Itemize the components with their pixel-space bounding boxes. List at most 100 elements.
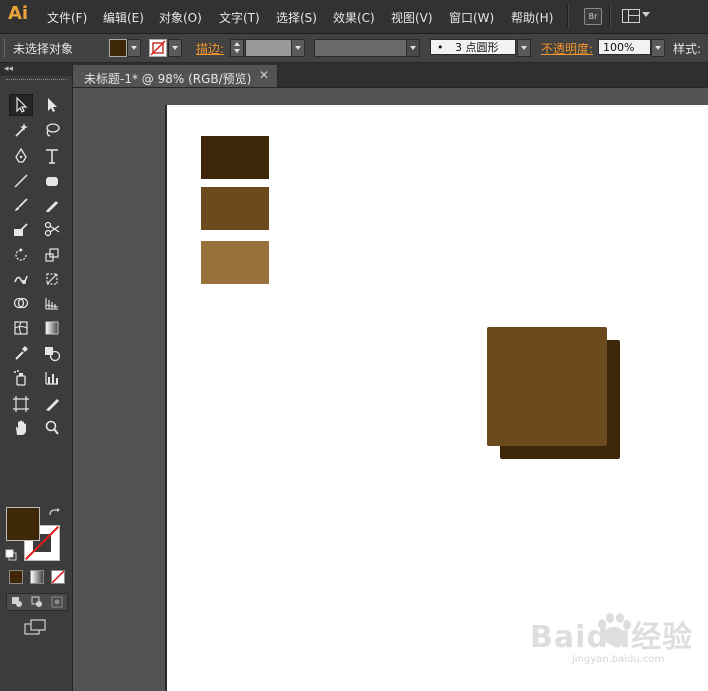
draw-inside-icon[interactable]	[51, 596, 63, 608]
panel-grip[interactable]	[4, 39, 7, 57]
menu-edit[interactable]: 编辑(E)	[103, 9, 144, 26]
menu-separator	[567, 5, 569, 27]
draw-behind-icon[interactable]	[31, 596, 43, 608]
menu-select[interactable]: 选择(S)	[276, 9, 317, 26]
default-fill-stroke-icon[interactable]	[5, 549, 19, 561]
fill-color-swatch[interactable]	[109, 39, 127, 57]
menu-bar: Ai 文件(F) 编辑(E) 对象(O) 文字(T) 选择(S) 效果(C) 视…	[0, 0, 708, 34]
swatch-light-brown[interactable]	[201, 241, 269, 284]
menu-type[interactable]: 文字(T)	[219, 9, 260, 26]
mesh-tool[interactable]	[9, 317, 33, 339]
rotate-tool[interactable]	[9, 244, 33, 266]
stroke-weight-field[interactable]	[245, 39, 293, 57]
scale-icon	[45, 248, 59, 262]
menu-separator	[609, 5, 611, 27]
fill-dropdown[interactable]	[127, 39, 141, 57]
opacity-field[interactable]: 100%	[598, 39, 651, 55]
blend-tool[interactable]	[40, 342, 64, 364]
column-graph-icon	[45, 372, 58, 385]
brush-dot-icon: •	[437, 41, 444, 54]
tools-panel-collapse[interactable]: ◂◂	[0, 63, 72, 76]
document-tab[interactable]: 未标题-1* @ 98% (RGB/预览) ✕	[73, 65, 278, 87]
hand-tool[interactable]	[9, 417, 33, 439]
bridge-button[interactable]: Br	[584, 8, 602, 25]
fill-color-box[interactable]	[6, 507, 40, 541]
workspace-switcher-button[interactable]	[622, 9, 652, 24]
lasso-tool[interactable]	[40, 119, 64, 141]
menu-window[interactable]: 窗口(W)	[449, 9, 494, 26]
menu-help[interactable]: 帮助(H)	[511, 9, 553, 26]
warp-tool[interactable]	[9, 268, 33, 290]
arrow-icon	[16, 96, 28, 113]
slice-tool[interactable]	[40, 393, 64, 415]
artboard[interactable]	[167, 105, 708, 691]
slice-icon	[46, 399, 59, 411]
opacity-label[interactable]: 不透明度:	[541, 40, 593, 57]
direct-selection-tool[interactable]	[40, 94, 64, 116]
scissors-icon	[44, 221, 60, 237]
selection-tool[interactable]	[9, 94, 33, 116]
eyedropper-icon	[15, 346, 28, 360]
eyedropper-tool[interactable]	[9, 342, 33, 364]
rounded-rectangle-tool[interactable]	[40, 170, 64, 192]
shape-builder-tool[interactable]	[9, 292, 33, 314]
swatch-dark-brown[interactable]	[201, 136, 269, 179]
blob-brush-icon	[14, 223, 28, 236]
column-graph-tool[interactable]	[40, 367, 64, 389]
type-tool[interactable]	[40, 145, 64, 167]
blend-icon	[45, 347, 61, 362]
perspective-grid-icon	[45, 298, 59, 310]
panel-grip[interactable]	[6, 79, 66, 82]
free-transform-icon	[46, 273, 58, 285]
variable-width-profile[interactable]	[314, 39, 408, 57]
paintbrush-tool[interactable]	[9, 194, 33, 216]
screen-mode-icon[interactable]	[24, 619, 48, 635]
menu-object[interactable]: 对象(O)	[159, 9, 202, 26]
free-transform-tool[interactable]	[40, 268, 64, 290]
brush-definition-field[interactable]: • 3 点圆形	[430, 39, 516, 55]
pencil-tool[interactable]	[40, 194, 64, 216]
watermark: Baidu经验 jingyan.baidu.com	[530, 608, 700, 668]
none-mode-button[interactable]	[51, 570, 65, 584]
swatch-medium-brown[interactable]	[201, 187, 269, 230]
stroke-weight-dropdown[interactable]	[291, 39, 305, 57]
gradient-mode-button[interactable]	[30, 570, 44, 584]
magic-wand-tool[interactable]	[9, 119, 33, 141]
magnifier-icon	[45, 420, 59, 435]
color-mode-button[interactable]	[9, 570, 23, 584]
mesh-icon	[14, 321, 28, 335]
draw-mode-group	[6, 593, 68, 611]
scale-tool[interactable]	[40, 244, 64, 266]
draw-normal-icon[interactable]	[11, 596, 23, 608]
menu-view[interactable]: 视图(V)	[391, 9, 433, 26]
close-icon[interactable]: ✕	[259, 68, 269, 82]
artboard-tool[interactable]	[9, 393, 33, 415]
hand-icon	[16, 420, 26, 435]
line-segment-tool[interactable]	[9, 170, 33, 192]
blob-brush-tool[interactable]	[9, 218, 33, 240]
opacity-dropdown[interactable]	[651, 39, 665, 57]
magic-wand-icon	[15, 123, 28, 137]
menu-effect[interactable]: 效果(C)	[333, 9, 375, 26]
type-icon	[46, 149, 58, 164]
menu-file[interactable]: 文件(F)	[47, 9, 87, 26]
stroke-color-swatch[interactable]	[149, 39, 167, 57]
canvas-area[interactable]: Baidu经验 jingyan.baidu.com	[73, 88, 708, 691]
symbol-sprayer-tool[interactable]	[9, 367, 33, 389]
swap-fill-stroke-icon[interactable]	[48, 507, 62, 519]
stroke-label[interactable]: 描边:	[196, 40, 224, 57]
stroke-dropdown[interactable]	[168, 39, 182, 57]
variable-width-dropdown[interactable]	[406, 39, 420, 57]
perspective-grid-tool[interactable]	[40, 292, 64, 314]
zoom-tool[interactable]	[40, 417, 64, 439]
brush-dropdown[interactable]	[517, 39, 531, 57]
stroke-weight-spinner[interactable]	[230, 39, 244, 57]
document-title: 未标题-1* @ 98% (RGB/预览)	[84, 72, 252, 86]
app-logo: Ai	[8, 3, 29, 24]
pen-tool[interactable]	[9, 145, 33, 167]
no-stroke-icon	[150, 40, 166, 56]
gradient-tool[interactable]	[40, 317, 64, 339]
front-square[interactable]	[487, 327, 607, 446]
scissors-tool[interactable]	[40, 218, 64, 240]
rounded-rect-icon	[46, 177, 58, 186]
